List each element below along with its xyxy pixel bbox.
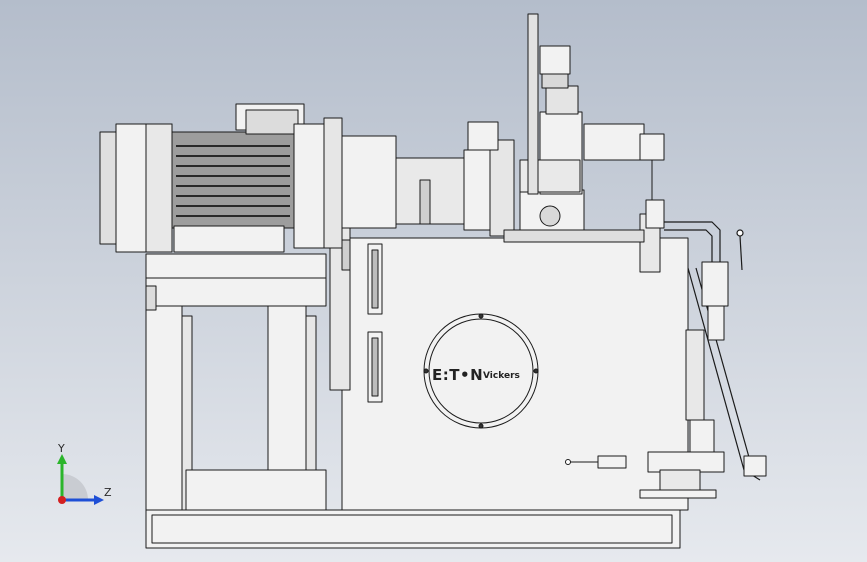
logo-brand: E:T•N (432, 366, 483, 384)
y-axis-label: Y (57, 442, 65, 455)
z-axis-label: Z (104, 486, 112, 499)
level-gauge-lower[interactable] (367, 331, 383, 403)
cad-viewport[interactable]: E:T•N Vickers Y Z (0, 0, 867, 562)
logo-subbrand: Vickers (483, 371, 520, 381)
x-axis-dot (58, 496, 66, 504)
level-gauge-upper[interactable] (367, 243, 383, 315)
model-view[interactable]: E:T•N Vickers Y Z (0, 0, 867, 562)
